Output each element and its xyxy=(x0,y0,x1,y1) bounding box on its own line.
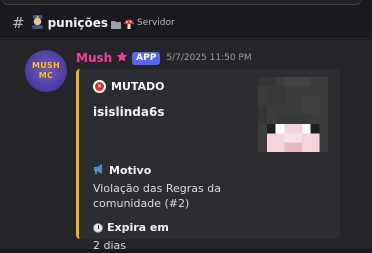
avatar-logo-text: MUSH xyxy=(31,61,61,70)
username[interactable]: Mush xyxy=(76,51,112,65)
channel-name[interactable]: punições xyxy=(48,16,108,30)
channel-header: # punições Servidor xyxy=(12,13,175,33)
avatar-logo-subtext: MC xyxy=(38,71,54,80)
embed-thumbnail[interactable] xyxy=(258,77,328,152)
hash-icon: # xyxy=(12,14,25,32)
avatar[interactable]: MUSH MC xyxy=(25,50,67,92)
field-reason-name: Motivo xyxy=(93,164,151,177)
embed: ✕ MUTADO isislinda6s Motivo Violação das… xyxy=(76,69,340,252)
message-item: MUSH MC Mush APP 5/7/2025 11:50 PM ✕ MUT… xyxy=(0,40,372,252)
field-expires-value: 2 dias xyxy=(93,239,127,252)
police-officer-icon xyxy=(30,14,45,33)
embed-author-name: MUTADO xyxy=(111,80,165,93)
embed-title: isislinda6s xyxy=(93,105,165,119)
timestamp: 5/7/2025 11:50 PM xyxy=(166,53,252,63)
stopwatch-icon xyxy=(93,222,103,233)
field-reason-value: Violação das Regras da comunidade (#2) xyxy=(93,182,221,210)
field-expires-label: Expira em xyxy=(107,221,169,234)
divider xyxy=(0,38,372,39)
app-badge: APP xyxy=(132,51,161,65)
mute-badge-icon: ✕ xyxy=(93,80,106,93)
field-expires-name: Expira em xyxy=(93,221,169,234)
megaphone-icon xyxy=(93,164,105,177)
embed-author: ✕ MUTADO xyxy=(93,80,165,93)
server-name[interactable]: Servidor xyxy=(137,18,175,28)
star-icon xyxy=(116,51,128,66)
folder-icon xyxy=(111,14,122,33)
message-input-box[interactable] xyxy=(2,0,362,5)
message-header: Mush APP 5/7/2025 11:50 PM xyxy=(76,50,252,66)
mushroom-icon xyxy=(124,14,135,33)
field-reason-label: Motivo xyxy=(109,164,152,177)
